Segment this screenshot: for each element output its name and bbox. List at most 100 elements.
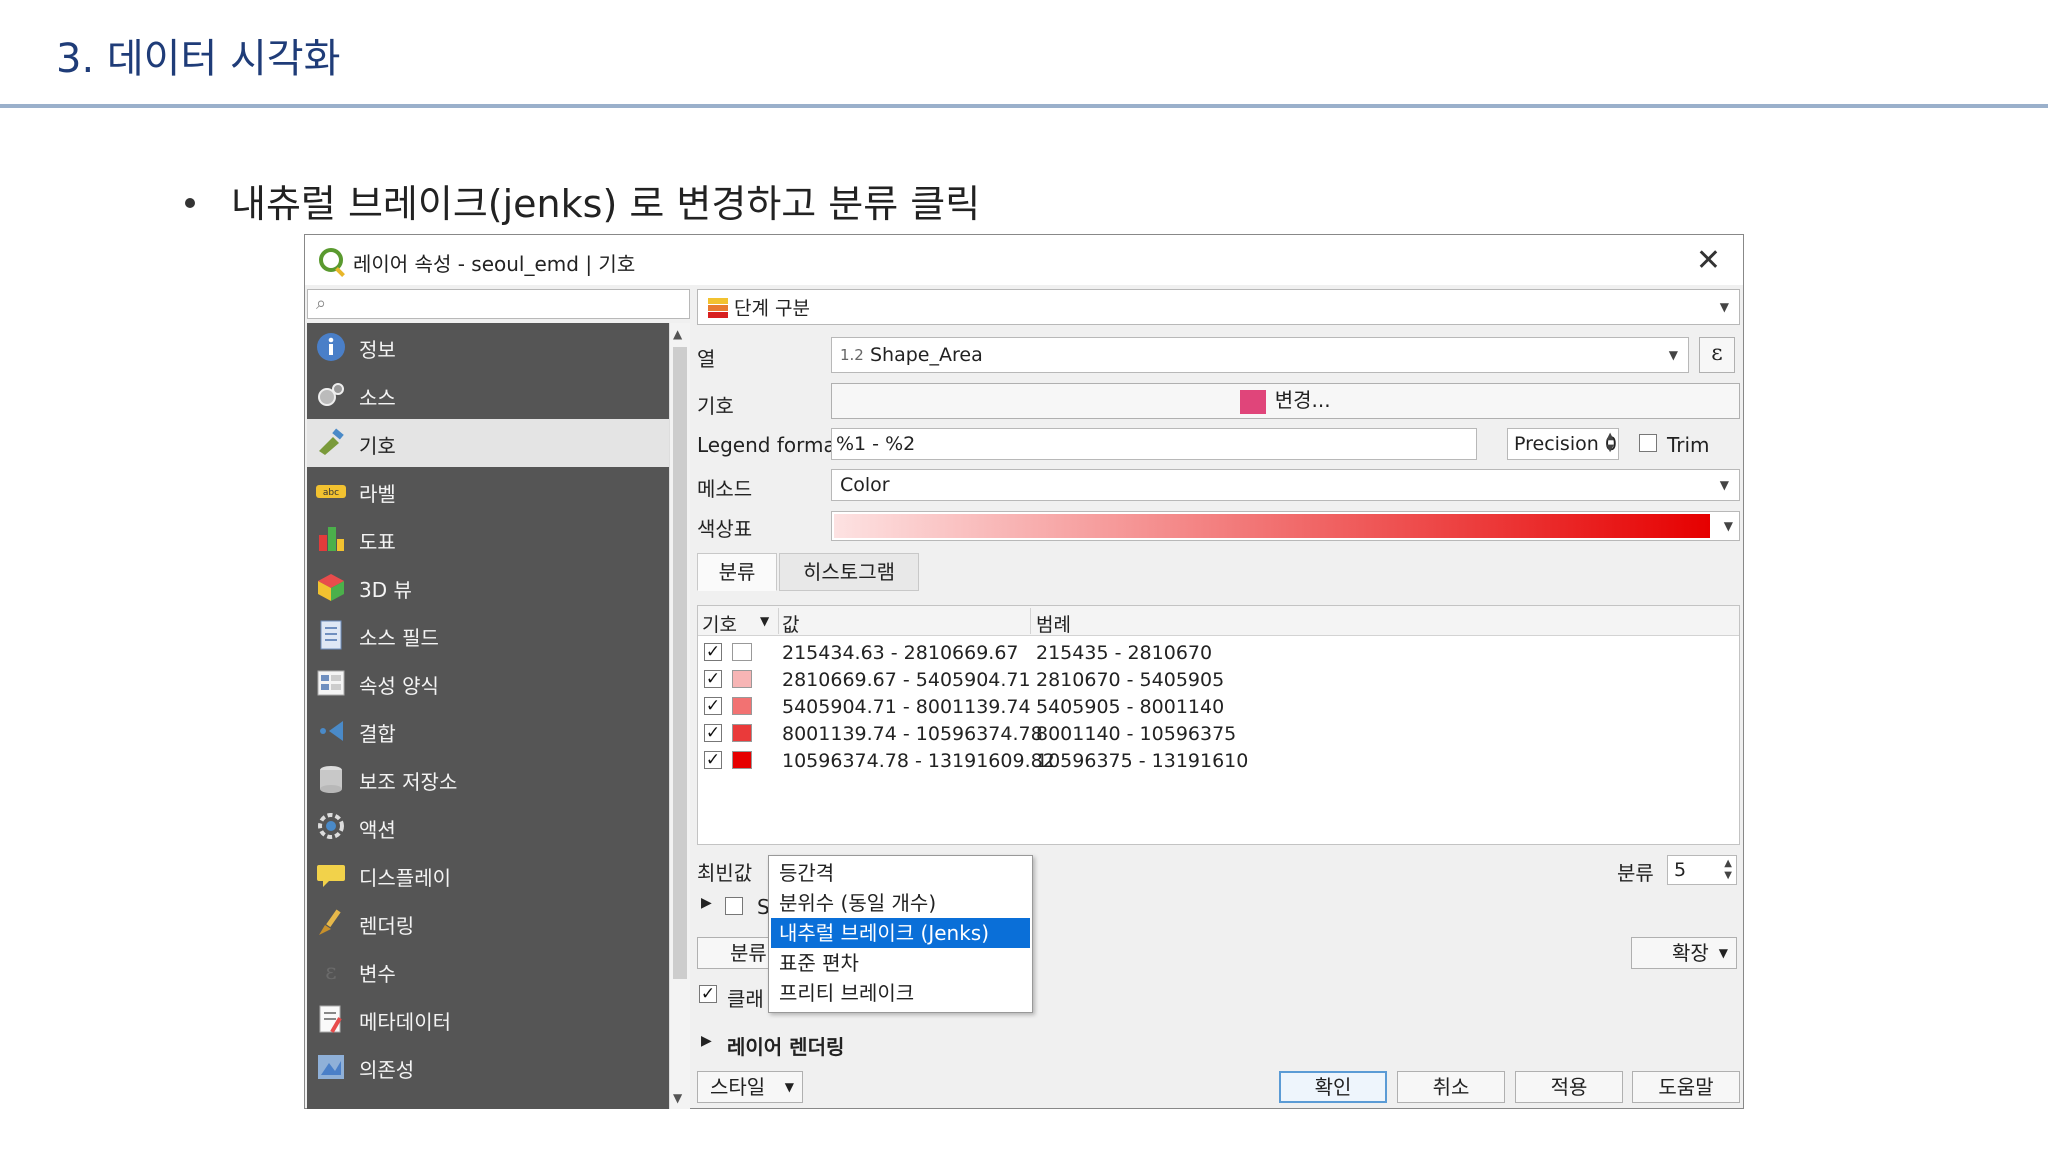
- layer-rendering-section[interactable]: 레이어 렌더링: [727, 1031, 844, 1060]
- spin-arrows-icon[interactable]: ▲ ▼: [1724, 858, 1732, 882]
- classes-spinbox[interactable]: 5 ▲ ▼: [1667, 855, 1737, 885]
- symmetric-checkbox[interactable]: [725, 897, 743, 915]
- row-checkbox[interactable]: ✓: [704, 697, 722, 715]
- diagram-icon: [319, 527, 344, 551]
- class-color-swatch[interactable]: [732, 670, 752, 688]
- legend-format-value: %1 - %2: [836, 433, 916, 455]
- sidebar-item-metadata[interactable]: 메타데이터: [307, 995, 669, 1043]
- chevron-down-icon: ▼: [1719, 300, 1729, 314]
- sidebar-item-display[interactable]: 디스플레이: [307, 851, 669, 899]
- layer-properties-dialog: 레이어 속성 - seoul_emd | 기호 ✕ ⌕ 정보 소스 기호 abc…: [304, 234, 1744, 1109]
- style-menu-button[interactable]: 스타일 ▼: [697, 1071, 803, 1103]
- sidebar-item-rendering[interactable]: 렌더링: [307, 899, 669, 947]
- sidebar-scrollbar[interactable]: ▲ ▼: [669, 323, 690, 1109]
- table-row[interactable]: ✓ 10596374.78 - 13191609.82 10596375 - 1…: [698, 747, 1739, 774]
- mode-option-equal-interval[interactable]: 등간격: [771, 858, 1030, 888]
- label-icon: abc: [316, 485, 346, 498]
- graduated-icon: [708, 298, 728, 320]
- class-value: 5405904.71 - 8001139.74: [782, 696, 1031, 718]
- sidebar-item-diagram[interactable]: 도표: [307, 515, 669, 563]
- expand-arrow-icon[interactable]: ▶: [701, 1033, 712, 1049]
- ok-button[interactable]: 확인: [1279, 1071, 1387, 1103]
- sidebar-item-actions[interactable]: 액션: [307, 803, 669, 851]
- class-value: 8001139.74 - 10596374.78: [782, 723, 1043, 745]
- display-icon: [317, 865, 345, 887]
- sidebar-item-attributes-form[interactable]: 속성 양식: [307, 659, 669, 707]
- sidebar-item-label: 정보: [359, 338, 396, 362]
- symbol-label: 기호: [697, 394, 734, 418]
- advanced-button[interactable]: 확장 ▼: [1631, 937, 1737, 969]
- method-select[interactable]: Color ▼: [831, 469, 1740, 501]
- sidebar-item-auxiliary-storage[interactable]: 보조 저장소: [307, 755, 669, 803]
- sidebar-item-symbology[interactable]: 기호: [307, 419, 669, 467]
- class-color-swatch[interactable]: [732, 751, 752, 769]
- classes-table: 기호 ▼ 값 범례 ✓ 215434.63 - 2810669.67 21543…: [697, 605, 1740, 845]
- sidebar-item-joins[interactable]: 결합: [307, 707, 669, 755]
- sidebar-search[interactable]: ⌕: [307, 289, 690, 319]
- sidebar-item-label: 3D 뷰: [359, 578, 412, 602]
- scrollbar-thumb[interactable]: [673, 347, 687, 979]
- sidebar-item-label: 소스: [359, 386, 396, 410]
- table-row[interactable]: ✓ 5405904.71 - 8001139.74 5405905 - 8001…: [698, 693, 1739, 720]
- mode-option-quantile[interactable]: 분위수 (동일 개수): [771, 888, 1030, 918]
- sidebar-item-label[interactable]: abc 라벨: [307, 467, 669, 515]
- svg-text:ε: ε: [325, 960, 336, 985]
- cancel-button[interactable]: 취소: [1397, 1071, 1505, 1103]
- sidebar-item-3d-view[interactable]: 3D 뷰: [307, 563, 669, 611]
- sidebar-item-info[interactable]: 정보: [307, 323, 669, 371]
- tab-classes[interactable]: 분류: [697, 553, 777, 591]
- sidebar-item-dependencies[interactable]: 의존성: [307, 1043, 669, 1091]
- table-row[interactable]: ✓ 8001139.74 - 10596374.78 8001140 - 105…: [698, 720, 1739, 747]
- mode-label: 최빈값: [697, 861, 753, 885]
- sidebar: 정보 소스 기호 abc 라벨 도표 3D 뷰 소스 필드 속성 양식 결합 보…: [307, 323, 669, 1109]
- row-checkbox[interactable]: ✓: [704, 724, 722, 742]
- sort-down-icon: ▼: [760, 614, 770, 628]
- apply-button[interactable]: 적용: [1515, 1071, 1623, 1103]
- scroll-down-icon[interactable]: ▼: [673, 1091, 682, 1105]
- legend-format-label: Legend format: [697, 433, 844, 457]
- class-color-swatch[interactable]: [732, 643, 752, 661]
- table-row[interactable]: ✓ 215434.63 - 2810669.67 215435 - 281067…: [698, 639, 1739, 666]
- change-symbol-button[interactable]: 변경...: [831, 383, 1740, 419]
- header-legend[interactable]: 범례: [1036, 610, 1071, 637]
- legend-format-input[interactable]: %1 - %2: [831, 428, 1477, 460]
- classes-count-label: 분류: [1617, 861, 1654, 885]
- classes-count-value: 5: [1674, 859, 1687, 881]
- row-checkbox[interactable]: ✓: [704, 643, 722, 661]
- symbol-preview: [1240, 389, 1267, 414]
- column-select[interactable]: 1.2 Shape_Area ▼: [831, 337, 1689, 373]
- sidebar-search-input[interactable]: [338, 292, 678, 316]
- precision-spinbox[interactable]: Precision 0 ▲ ▼: [1507, 428, 1619, 460]
- sidebar-item-label: 도표: [359, 530, 396, 554]
- link-class-boundaries-checkbox[interactable]: ✓: [699, 985, 717, 1003]
- mode-option-pretty-breaks[interactable]: 프리티 브레이크: [771, 978, 1030, 1008]
- renderer-select[interactable]: 단계 구분 ▼: [697, 289, 1740, 325]
- row-checkbox[interactable]: ✓: [704, 751, 722, 769]
- sidebar-item-label: 메타데이터: [359, 1010, 451, 1034]
- scroll-up-icon[interactable]: ▲: [673, 327, 682, 341]
- help-button[interactable]: 도움말: [1632, 1071, 1740, 1103]
- header-symbol[interactable]: 기호: [702, 610, 737, 637]
- class-color-swatch[interactable]: [732, 724, 752, 742]
- close-icon[interactable]: ✕: [1696, 243, 1721, 278]
- class-color-swatch[interactable]: [732, 697, 752, 715]
- sidebar-item-label: 변수: [359, 962, 396, 986]
- table-row[interactable]: ✓ 2810669.67 - 5405904.71 2810670 - 5405…: [698, 666, 1739, 693]
- color-ramp-select[interactable]: ▼: [831, 511, 1740, 541]
- spin-arrows-icon[interactable]: ▲ ▼: [1606, 431, 1614, 455]
- tab-histogram[interactable]: 히스토그램: [779, 553, 919, 591]
- sidebar-item-label: 렌더링: [359, 914, 415, 938]
- header-value[interactable]: 값: [782, 610, 799, 637]
- sidebar-item-source-fields[interactable]: 소스 필드: [307, 611, 669, 659]
- class-legend: 10596375 - 13191610: [1036, 750, 1249, 772]
- trim-checkbox[interactable]: [1639, 434, 1657, 452]
- method-value: Color: [840, 474, 890, 496]
- mode-option-standard-deviation[interactable]: 표준 편차: [771, 948, 1030, 978]
- expand-arrow-icon[interactable]: ▶: [701, 895, 712, 911]
- sidebar-item-variables[interactable]: ε 변수: [307, 947, 669, 995]
- sidebar-item-source[interactable]: 소스: [307, 371, 669, 419]
- row-checkbox[interactable]: ✓: [704, 670, 722, 688]
- mode-option-natural-breaks[interactable]: 내추럴 브레이크 (Jenks): [771, 918, 1030, 948]
- expression-button[interactable]: ε: [1699, 337, 1735, 373]
- metadata-icon: [319, 1005, 342, 1033]
